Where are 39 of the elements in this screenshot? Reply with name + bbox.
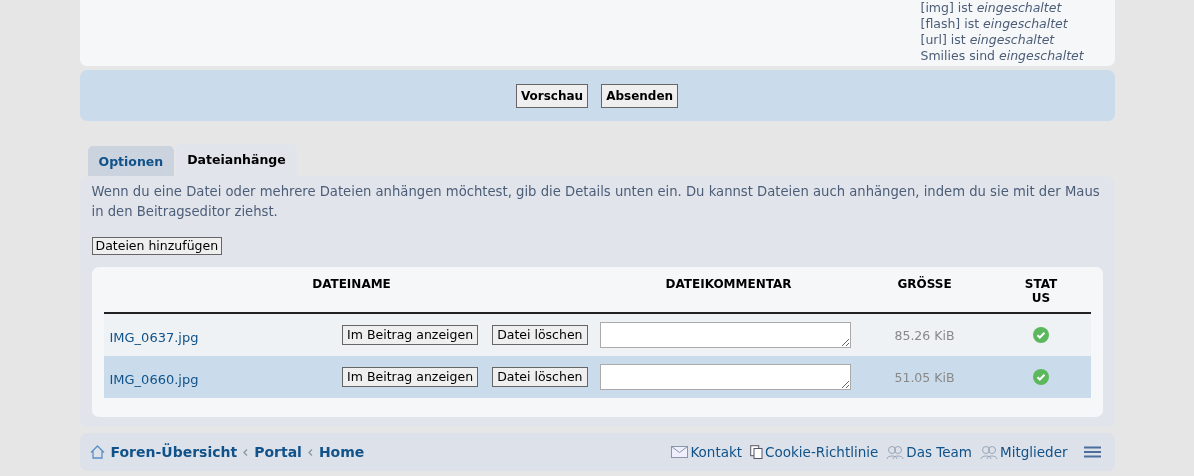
column-header: STAT US	[1023, 277, 1059, 305]
bbcode-status-text: [url] ist eingeschaltet	[920, 32, 1056, 48]
delete-file-button[interactable]: Datei löschen	[492, 325, 588, 345]
show-in-post-button[interactable]: Im Beitrag anzeigen	[342, 367, 479, 387]
intro-text: Wenn du eine Datei oder mehrere Dateien anhängen möchtest, gib die Details unten ein. Du kannst Dateien auch anhängen, indem du sie mit der Maus in den Beitragseditor ziehst.	[91, 183, 1101, 221]
chevron-icon	[243, 448, 249, 456]
add-files-button[interactable]: Dateien hinzufügen	[91, 237, 223, 255]
file-size: 85.26 KiB	[894, 327, 955, 343]
breadcrumb-link[interactable]: Home	[318, 444, 365, 460]
file-link[interactable]: IMG_0660.jpg	[109, 372, 199, 387]
chevron-icon	[307, 448, 313, 456]
footer-link[interactable]: Kontakt	[690, 444, 743, 460]
comment-field[interactable]	[599, 322, 851, 348]
people-icon	[886, 444, 905, 460]
show-in-post-button[interactable]: Im Beitrag anzeigen	[342, 325, 479, 345]
submit-button[interactable]: Vorschau	[515, 83, 589, 108]
column-header: DATEIKOMMENTAR	[665, 277, 792, 291]
tab[interactable]: Optionen	[87, 146, 175, 176]
breadcrumb-link[interactable]: Foren-Übersicht	[110, 444, 238, 460]
tab[interactable]: Dateianhänge	[176, 144, 297, 176]
pages-icon	[750, 445, 764, 459]
breadcrumb-link[interactable]: Portal	[254, 444, 302, 460]
footer-link[interactable]: Cookie-Richtlinie	[765, 444, 879, 460]
bbcode-status-text: [img] ist eingeschaltet	[920, 0, 1063, 16]
delete-file-button[interactable]: Datei löschen	[492, 367, 588, 387]
footer-link[interactable]: Mitglieder	[1000, 444, 1068, 460]
submit-button[interactable]: Absenden	[601, 83, 679, 108]
footer-link[interactable]: Das Team	[906, 444, 972, 460]
people-icon	[980, 444, 998, 460]
column-header: GRÖSSE	[897, 277, 952, 291]
column-header: DATEINAME	[312, 277, 391, 291]
file-link[interactable]: IMG_0637.jpg	[109, 330, 199, 345]
menu-icon[interactable]	[1083, 446, 1101, 458]
file-size: 51.05 KiB	[894, 369, 955, 385]
bbcode-status-text: Smilies sind eingeschaltet	[920, 48, 1085, 64]
envelope-icon	[671, 446, 689, 458]
comment-field[interactable]	[599, 364, 851, 390]
bbcode-status-text: [flash] ist eingeschaltet	[920, 16, 1069, 32]
home-icon	[89, 445, 105, 459]
